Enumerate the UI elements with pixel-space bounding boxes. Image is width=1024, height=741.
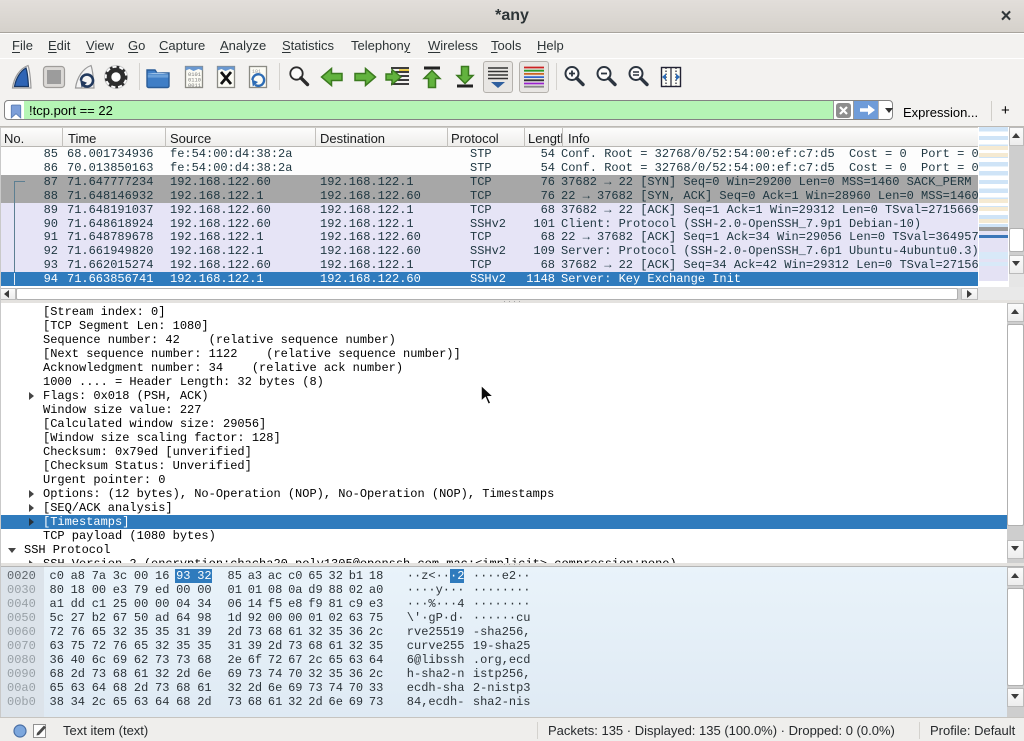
svg-text:0011: 0011 [188,83,201,89]
